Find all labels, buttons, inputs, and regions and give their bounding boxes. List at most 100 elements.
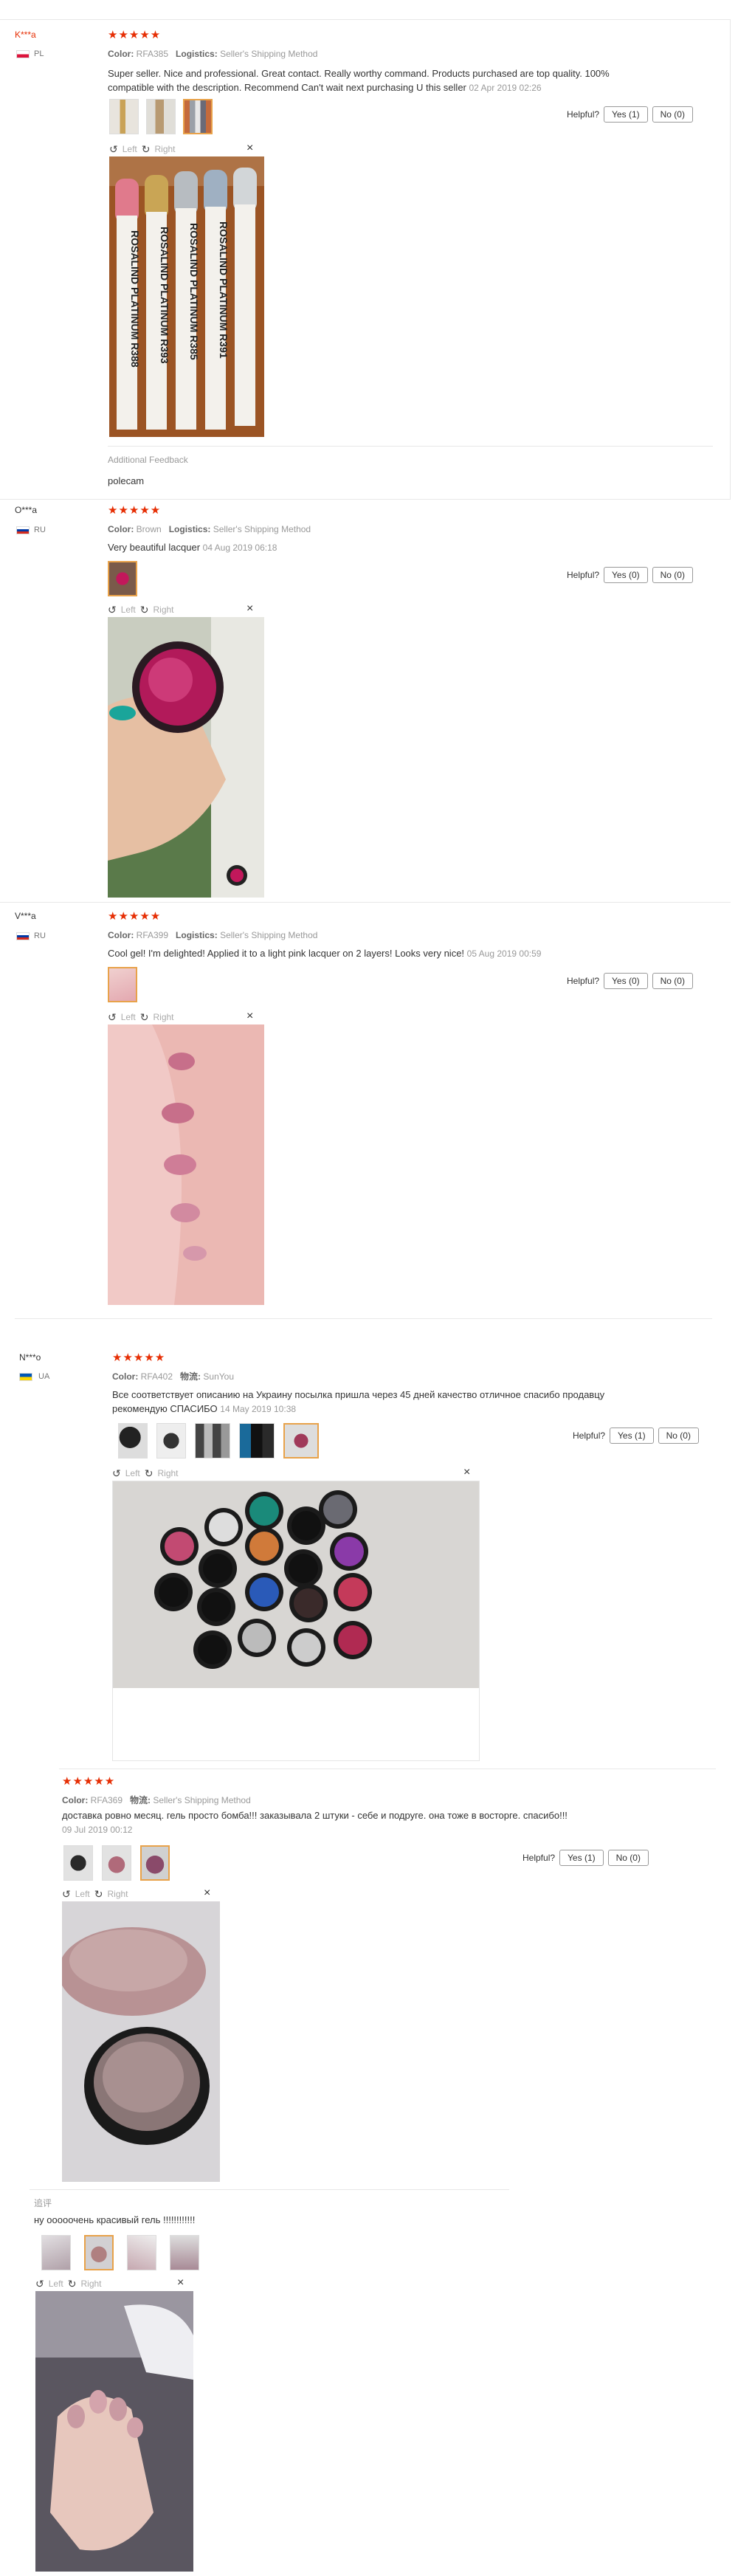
- photo-thumbnail-selected[interactable]: [183, 99, 213, 134]
- helpful-controls: Helpful? Yes (1) No (0): [523, 1850, 649, 1866]
- helpful-no-button[interactable]: No (0): [652, 973, 693, 989]
- helpful-no-button[interactable]: No (0): [658, 1428, 699, 1444]
- star-rating: ★★★★★: [108, 504, 162, 517]
- review-meta: Color: RFA399 Logistics: Seller's Shippi…: [108, 930, 318, 940]
- review-meta: Color: RFA402 物流: SunYou: [112, 1371, 234, 1382]
- close-icon[interactable]: ×: [246, 142, 253, 155]
- review-photo: [108, 1024, 264, 1305]
- close-icon[interactable]: ×: [246, 602, 253, 616]
- photo-thumbnail[interactable]: [127, 2235, 156, 2270]
- helpful-controls: Helpful? Yes (1) No (0): [567, 106, 693, 123]
- flag-icon: [19, 1373, 32, 1381]
- review-photo: [108, 617, 264, 898]
- helpful-yes-button[interactable]: Yes (1): [559, 1850, 604, 1866]
- close-icon[interactable]: ×: [463, 1466, 470, 1479]
- photo-thumbnails: [108, 561, 137, 596]
- photo-viewer-toolbar: ↺ Left ↻ Right: [108, 603, 174, 616]
- additional-feedback-text: ну ооооочень красивый гель !!!!!!!!!!!!: [34, 2214, 196, 2225]
- review-meta: Color: RFA385 Logistics: Seller's Shippi…: [108, 49, 318, 59]
- photo-label: ROSALIND PLATINUM R393: [159, 227, 170, 364]
- helpful-yes-button[interactable]: Yes (0): [604, 567, 648, 583]
- reviewer-name: O***a: [15, 505, 38, 515]
- photo-viewer-toolbar: ↺ Left ↻ Right: [109, 142, 176, 156]
- reviewer-country: RU: [34, 526, 46, 534]
- review-text: Все соответствует описанию на Украину по…: [112, 1389, 605, 1414]
- rotate-right-icon[interactable]: ↻: [140, 1011, 149, 1024]
- photo-thumbnail[interactable]: [170, 2235, 199, 2270]
- review-photo: [113, 1481, 479, 1688]
- reviewer-country: RU: [34, 931, 46, 940]
- photo-thumbnail[interactable]: [109, 99, 139, 134]
- helpful-no-button[interactable]: No (0): [652, 106, 693, 123]
- reviewer-name: K***a: [15, 30, 36, 40]
- rotate-left-icon[interactable]: ↺: [62, 1888, 71, 1901]
- divider: [108, 446, 713, 447]
- close-icon[interactable]: ×: [204, 1887, 210, 1900]
- photo-thumbnail[interactable]: [156, 1423, 186, 1459]
- review-text: Super seller. Nice and professional. Gre…: [108, 68, 610, 93]
- star-rating: ★★★★★: [112, 1351, 166, 1364]
- photo-thumbnail[interactable]: [118, 1423, 148, 1459]
- rotate-left-icon[interactable]: ↺: [109, 143, 118, 156]
- photo-thumbnail[interactable]: [41, 2235, 71, 2270]
- review-meta: Color: Brown Logistics: Seller's Shippin…: [108, 524, 311, 534]
- additional-feedback-text: polecam: [108, 475, 145, 486]
- photo-label: ROSALIND PLATINUM R391: [218, 221, 230, 359]
- additional-feedback-label: 追评: [34, 2198, 52, 2208]
- helpful-yes-button[interactable]: Yes (1): [610, 1428, 654, 1444]
- close-icon[interactable]: ×: [246, 1010, 253, 1023]
- helpful-controls: Helpful? Yes (0) No (0): [567, 567, 693, 583]
- rotate-left-icon[interactable]: ↺: [112, 1467, 121, 1480]
- helpful-yes-button[interactable]: Yes (0): [604, 973, 648, 989]
- photo-thumbnail-selected[interactable]: [283, 1423, 319, 1459]
- photo-thumbnail-selected[interactable]: [140, 1845, 170, 1881]
- helpful-controls: Helpful? Yes (0) No (0): [567, 973, 693, 989]
- photo-thumbnail-selected[interactable]: [108, 561, 137, 596]
- photo-thumbnail[interactable]: [63, 1845, 93, 1881]
- review-text: Very beautiful lacquer 04 Aug 2019 06:18: [108, 542, 277, 553]
- divider: [15, 1318, 712, 1319]
- photo-label: ROSALIND PLATINUM R388: [129, 230, 141, 368]
- flag-icon: [16, 50, 30, 58]
- reviewer-name: V***a: [15, 911, 36, 921]
- rotate-left-icon[interactable]: ↺: [35, 2278, 44, 2290]
- star-rating: ★★★★★: [108, 29, 162, 41]
- photo-thumbnail[interactable]: [102, 1845, 131, 1881]
- photo-thumbnail-selected[interactable]: [108, 967, 137, 1002]
- reviewer-country: PL: [34, 49, 44, 58]
- review-photo: ROSALIND PLATINUM R388 ROSALIND PLATINUM…: [109, 156, 264, 437]
- divider: [0, 19, 731, 20]
- photo-thumbnails: [41, 2235, 199, 2270]
- close-icon[interactable]: ×: [177, 2276, 184, 2290]
- helpful-yes-button[interactable]: Yes (1): [604, 106, 648, 123]
- photo-thumbnails: [108, 967, 137, 1002]
- additional-feedback-label: Additional Feedback: [108, 455, 188, 465]
- rotate-right-icon[interactable]: ↻: [140, 604, 149, 616]
- rotate-left-icon[interactable]: ↺: [108, 1011, 117, 1024]
- divider: [30, 2189, 509, 2190]
- photo-label: ROSALIND PLATINUM R385: [188, 223, 200, 360]
- helpful-no-button[interactable]: No (0): [607, 1850, 649, 1866]
- photo-thumbnail-selected[interactable]: [84, 2235, 114, 2270]
- rotate-right-icon[interactable]: ↻: [142, 143, 151, 156]
- flag-icon: [16, 526, 30, 534]
- star-rating: ★★★★★: [108, 910, 162, 923]
- review-photo: [62, 1901, 220, 2182]
- star-rating: ★★★★★: [62, 1775, 116, 1788]
- review-meta: Color: RFA369 物流: Seller's Shipping Meth…: [62, 1795, 251, 1805]
- rotate-right-icon[interactable]: ↻: [94, 1888, 103, 1901]
- photo-thumbnail[interactable]: [195, 1423, 230, 1459]
- review-text: доставка ровно месяц. гель просто бомба!…: [62, 1810, 568, 1835]
- rotate-left-icon[interactable]: ↺: [108, 604, 117, 616]
- photo-thumbnail[interactable]: [239, 1423, 275, 1459]
- divider: [0, 499, 731, 500]
- photo-viewer-toolbar: ↺ Left ↻ Right: [112, 1467, 179, 1480]
- photo-thumbnail[interactable]: [146, 99, 176, 134]
- rotate-right-icon[interactable]: ↻: [145, 1467, 154, 1480]
- helpful-no-button[interactable]: No (0): [652, 567, 693, 583]
- reviewer-name: N***o: [19, 1352, 41, 1363]
- rotate-right-icon[interactable]: ↻: [68, 2278, 77, 2290]
- helpful-controls: Helpful? Yes (1) No (0): [573, 1428, 699, 1444]
- review-photo-frame: [112, 1481, 480, 1761]
- review-text: Cool gel! I'm delighted! Applied it to a…: [108, 948, 542, 959]
